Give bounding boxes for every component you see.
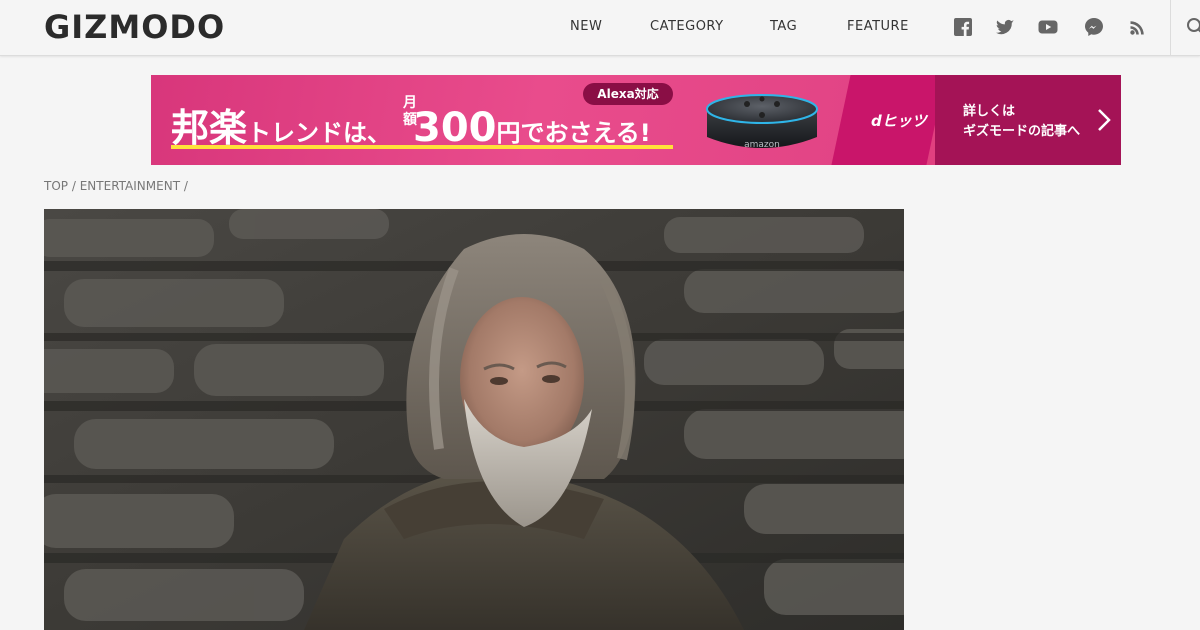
breadcrumb: TOP / ENTERTAINMENT / — [44, 179, 188, 193]
messenger-icon[interactable] — [1084, 17, 1104, 37]
ad-headline-genre: 邦楽 — [171, 106, 248, 150]
site-header: GIZMODO NEW CATEGORY TAG FEATURE — [0, 0, 1200, 56]
nav-category[interactable]: CATEGORY — [650, 19, 724, 34]
nav-new[interactable]: NEW — [570, 19, 602, 34]
amazon-label: amazon — [744, 140, 780, 150]
facebook-icon[interactable] — [953, 17, 973, 37]
breadcrumb-entertainment[interactable]: ENTERTAINMENT — [80, 179, 180, 193]
breadcrumb-separator: / — [183, 179, 188, 193]
ad-monthly-label: 月 額 — [402, 95, 418, 129]
nav-tag[interactable]: TAG — [770, 19, 797, 34]
ad-monthly-bottom: 額 — [403, 112, 417, 128]
chevron-right-icon — [1097, 108, 1111, 132]
ad-headline-end: でおさえる! — [520, 119, 651, 147]
ad-headline-trend: トレンドは、 — [247, 119, 392, 147]
site-logo[interactable]: GIZMODO — [44, 8, 225, 46]
article-hero-image — [44, 209, 904, 630]
dhits-brand: dヒッツ — [871, 112, 927, 130]
breadcrumb-separator: / — [71, 179, 76, 193]
ad-banner[interactable]: 邦楽トレンドは、 300円でおさえる! 月 額 Alexa対応 amazon d… — [151, 75, 1121, 165]
header-divider — [1170, 0, 1171, 55]
nav-feature[interactable]: FEATURE — [847, 19, 909, 34]
ad-cta-line2: ギズモードの記事へ — [963, 124, 1081, 139]
rss-icon[interactable] — [1128, 17, 1148, 37]
ad-alexa-badge: Alexa対応 — [583, 83, 673, 105]
youtube-icon[interactable] — [1038, 17, 1058, 37]
ad-price-unit: 円 — [496, 119, 521, 147]
twitter-icon[interactable] — [995, 17, 1015, 37]
breadcrumb-top[interactable]: TOP — [44, 179, 68, 193]
search-icon[interactable] — [1186, 17, 1200, 37]
ad-monthly-top: 月 — [403, 95, 417, 111]
echo-dot-image: amazon — [703, 85, 821, 157]
ad-cta-line1: 詳しくは — [963, 104, 1016, 119]
ad-underline — [171, 145, 673, 149]
ad-cta-text: 詳しくは ギズモードの記事へ — [963, 102, 1080, 142]
